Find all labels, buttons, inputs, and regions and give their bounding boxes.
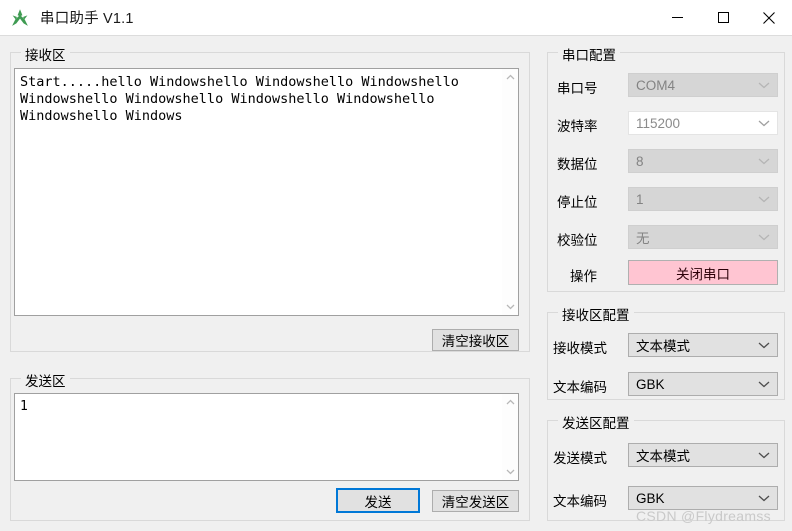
send-encoding-label: 文本编码 [553,494,607,509]
baud-rate-value: 115200 [636,115,681,131]
send-scroll-track[interactable] [502,411,518,463]
data-bits-label: 数据位 [557,157,598,172]
watermark: CSDN @Flydreamss [636,508,771,524]
receive-scroll-down-button[interactable] [502,298,518,315]
send-button[interactable]: 发送 [336,488,420,513]
clear-send-button-label: 清空发送区 [441,495,510,510]
chevron-down-icon [506,304,514,310]
send-button-label: 发送 [364,494,392,510]
minimize-icon [671,17,683,18]
chevron-down-icon [751,494,777,502]
receive-mode-value: 文本模式 [636,339,690,354]
parity-value: 无 [636,231,650,246]
chevron-down-icon [506,469,514,475]
clear-receive-button[interactable]: 清空接收区 [432,329,519,351]
receive-config-group-title: 接收区配置 [558,304,634,324]
send-mode-combo[interactable]: 文本模式 [628,443,778,467]
send-config-group-title: 发送区配置 [558,412,634,432]
app-logo-icon [12,8,28,26]
chevron-down-icon [751,341,777,349]
window-controls [654,0,792,35]
chevron-up-icon [506,74,514,80]
baud-rate-combo[interactable]: 115200 [628,111,778,135]
baud-rate-label: 波特率 [557,119,598,134]
receive-encoding-value: GBK [636,376,665,392]
send-encoding-value: GBK [636,490,665,506]
parity-label: 校验位 [557,233,598,248]
chevron-down-icon [751,380,777,388]
receive-area-group-title: 接收区 [21,44,70,64]
chevron-down-icon [751,81,777,89]
serial-config-group-title: 串口配置 [558,44,620,64]
chevron-down-icon [751,233,777,241]
maximize-button[interactable] [700,0,746,35]
close-serial-port-button-label: 关闭串口 [676,266,730,282]
send-scrollbar[interactable] [501,394,518,480]
send-scroll-down-button[interactable] [502,463,518,480]
clear-send-button[interactable]: 清空发送区 [432,490,519,512]
receive-scroll-track[interactable] [502,86,518,298]
receive-encoding-combo[interactable]: GBK [628,372,778,396]
send-mode-label: 发送模式 [553,451,607,466]
send-textarea[interactable]: 1 [14,393,519,481]
window-title: 串口助手 V1.1 [40,11,134,27]
receive-mode-label: 接收模式 [553,341,607,356]
receive-textarea[interactable]: Start.....hello Windowshello Windowshell… [14,68,519,316]
send-encoding-combo[interactable]: GBK [628,486,778,510]
maximize-icon [717,12,729,23]
send-scroll-up-button[interactable] [502,394,518,411]
serial-port-label: 串口号 [557,81,598,96]
receive-scroll-up-button[interactable] [502,69,518,86]
close-button[interactable] [746,0,792,35]
serial-port-value: COM4 [636,77,676,93]
close-serial-port-button[interactable]: 关闭串口 [628,260,778,285]
stop-bits-value: 1 [636,191,644,207]
receive-encoding-label: 文本编码 [553,380,607,395]
chevron-down-icon [751,451,777,459]
send-text: 1 [20,399,28,414]
close-icon [763,11,775,24]
stop-bits-combo[interactable]: 1 [628,187,778,211]
stop-bits-label: 停止位 [557,195,598,210]
minimize-button[interactable] [654,0,700,35]
serial-port-combo[interactable]: COM4 [628,73,778,97]
titlebar: 串口助手 V1.1 [0,0,792,36]
receive-mode-combo[interactable]: 文本模式 [628,333,778,357]
receive-text: Start.....hello Windowshello Windowshell… [20,74,468,124]
chevron-up-icon [506,399,514,405]
clear-receive-button-label: 清空接收区 [441,334,510,349]
data-bits-value: 8 [636,153,644,169]
data-bits-combo[interactable]: 8 [628,149,778,173]
chevron-down-icon [751,157,777,165]
parity-combo[interactable]: 无 [628,225,778,249]
action-label: 操作 [570,269,597,284]
chevron-down-icon [751,119,777,127]
chevron-down-icon [751,195,777,203]
send-area-group-title: 发送区 [21,370,70,390]
receive-scrollbar[interactable] [501,69,518,315]
serial-assistant-window: 串口助手 V1.1 接收区 Start.....hello Windowshel… [0,0,792,531]
send-mode-value: 文本模式 [636,449,690,464]
